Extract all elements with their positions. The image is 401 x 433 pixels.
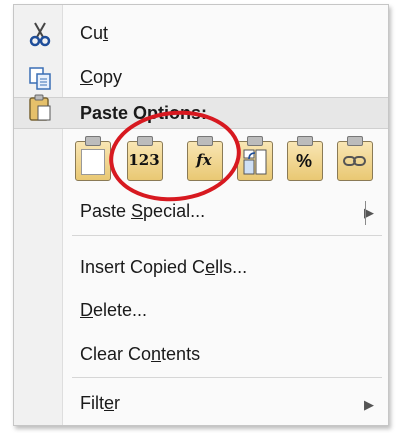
paste-link-icon — [343, 154, 367, 173]
cut-menu-item[interactable]: Cut — [14, 15, 388, 53]
delete-menu-item[interactable]: Delete... — [14, 292, 388, 330]
filter-label: Filter — [80, 393, 121, 413]
paste-special-label: Paste Special... — [80, 201, 206, 221]
copy-icon — [28, 65, 52, 91]
separator — [72, 377, 382, 378]
paste-icon — [81, 149, 105, 175]
copy-label: Copy — [80, 67, 123, 87]
clear-contents-menu-item[interactable]: Clear Contents — [14, 336, 388, 374]
split-divider — [365, 201, 366, 225]
paste-formatting-button[interactable]: % — [284, 135, 324, 181]
context-menu: Cut Copy Paste Options: 123 fx % Paste S… — [13, 4, 389, 426]
submenu-arrow-icon: ▶ — [364, 397, 374, 412]
copy-menu-item[interactable]: Copy — [14, 59, 388, 97]
insert-copied-cells-label: Insert Copied Cells... — [80, 257, 248, 277]
insert-copied-cells-menu-item[interactable]: Insert Copied Cells... — [14, 249, 388, 287]
paste-formatting-icon: % — [295, 151, 312, 171]
scissors-icon — [28, 21, 52, 47]
cut-label: Cut — [80, 23, 109, 43]
filter-menu-item[interactable]: Filter ▶ — [14, 385, 388, 423]
paste-special-menu-item[interactable]: Paste Special... ▶ — [14, 193, 388, 231]
paste-transpose-icon — [243, 149, 267, 180]
delete-label: Delete... — [80, 300, 148, 320]
paste-link-button[interactable] — [334, 135, 374, 181]
clear-contents-label: Clear Contents — [80, 344, 201, 364]
paste-button[interactable] — [72, 135, 112, 181]
separator — [72, 235, 382, 236]
paste-clipboard-icon — [28, 94, 52, 122]
